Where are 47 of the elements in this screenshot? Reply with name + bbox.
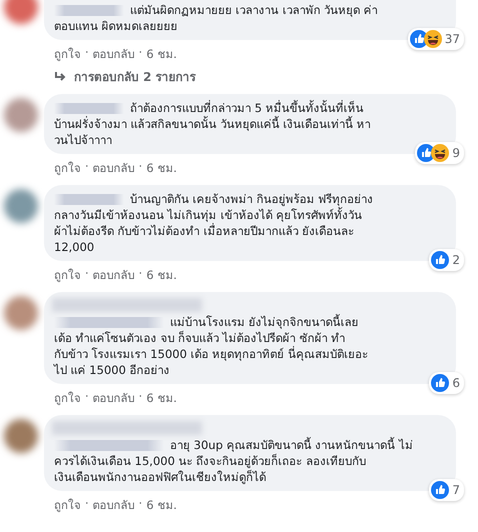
avatar[interactable] (4, 98, 38, 132)
timestamp: 6 ชม. (146, 46, 177, 63)
view-replies-link[interactable]: การตอบกลับ 2 รายการ (44, 63, 456, 94)
reply-link[interactable]: ตอบกลับ (92, 389, 135, 407)
separator-dot: · (138, 389, 142, 405)
like-link[interactable]: ถูกใจ (54, 496, 81, 514)
like-icon (431, 251, 450, 269)
reaction-count: 6 (452, 375, 460, 391)
laughing-face-icon (431, 144, 450, 162)
separator-dot: · (138, 266, 142, 282)
avatar[interactable] (4, 189, 38, 223)
reply-link[interactable]: ตอบกลับ (92, 266, 135, 284)
separator-dot: · (85, 266, 89, 282)
avatar[interactable] (4, 296, 38, 330)
like-icon (431, 481, 450, 499)
reply-arrow-icon (54, 72, 66, 82)
timestamp: 6 ชม. (146, 267, 177, 284)
reaction-badge[interactable]: 37 (408, 28, 464, 50)
like-icon (431, 374, 450, 392)
separator-dot: · (85, 45, 89, 61)
separator-dot: · (85, 159, 89, 175)
reaction-count: 2 (452, 252, 460, 268)
separator-dot: · (85, 389, 89, 405)
reply-link[interactable]: ตอบกลับ (92, 496, 135, 514)
reaction-count: 37 (444, 31, 460, 47)
avatar[interactable] (4, 0, 38, 24)
timestamp: 6 ชม. (146, 497, 177, 514)
like-link[interactable]: ถูกใจ (54, 266, 81, 284)
separator-dot: · (138, 496, 142, 512)
like-link[interactable]: ถูกใจ (54, 45, 81, 63)
avatar[interactable] (4, 419, 38, 453)
reaction-count: 7 (452, 482, 460, 498)
like-link[interactable]: ถูกใจ (54, 159, 81, 177)
reply-link[interactable]: ตอบกลับ (92, 159, 135, 177)
reaction-count: 9 (452, 145, 460, 161)
laughing-face-icon (424, 30, 442, 48)
separator-dot: · (85, 496, 89, 512)
timestamp: 6 ชม. (146, 160, 177, 177)
reply-link[interactable]: ตอบกลับ (92, 45, 135, 63)
reaction-badge[interactable]: 2 (429, 249, 464, 271)
like-link[interactable]: ถูกใจ (54, 389, 81, 407)
reaction-badge[interactable]: 6 (429, 372, 464, 394)
separator-dot: · (138, 45, 142, 61)
reaction-badge[interactable]: 7 (429, 479, 464, 501)
separator-dot: · (138, 159, 142, 175)
timestamp: 6 ชม. (146, 390, 177, 407)
reaction-badge[interactable]: 9 (415, 142, 464, 164)
